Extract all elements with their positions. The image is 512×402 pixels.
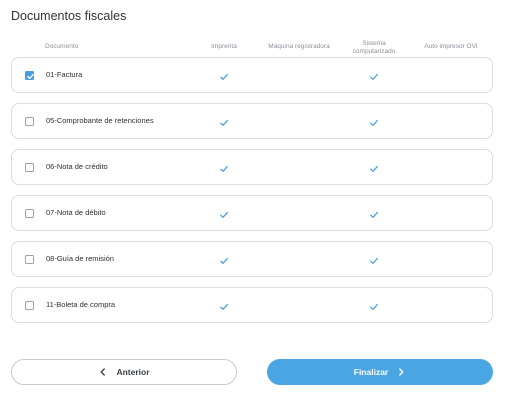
row-checkbox[interactable] [25, 255, 34, 264]
check-icon [369, 115, 379, 126]
row-checkbox[interactable] [25, 209, 34, 218]
column-header-sistema-line2: computarizado [352, 48, 396, 55]
column-header-sistema-computarizado: Sistema computarizado [344, 40, 404, 56]
row-checkbox[interactable] [25, 301, 34, 310]
document-row[interactable]: 08-Guía de remisión [11, 241, 493, 277]
check-icon [219, 115, 229, 126]
finish-button-label: Finalizar [353, 367, 389, 377]
document-row[interactable]: 01-Factura [11, 57, 493, 93]
document-label: 08-Guía de remisión [46, 254, 114, 263]
check-icon [369, 69, 379, 80]
column-header-auto-impresor: Auto impresor OVI [424, 43, 478, 50]
previous-button[interactable]: Anterior [11, 359, 237, 385]
document-label: 01-Factura [46, 70, 83, 79]
row-checkbox[interactable] [25, 71, 34, 80]
column-header-documento: Documento [45, 43, 79, 50]
chevron-right-icon [396, 367, 406, 377]
column-header-sistema-line1: Sistema [362, 40, 386, 47]
table-header: Documento Imprenta Máquina registradora … [0, 40, 512, 56]
document-label: 07-Nota de débito [46, 208, 106, 217]
document-row[interactable]: 06-Nota de crédito [11, 149, 493, 185]
check-icon [219, 161, 229, 172]
page-title: Documentos fiscales [11, 9, 127, 23]
document-row[interactable]: 11-Boleta de compra [11, 287, 493, 323]
document-label: 11-Boleta de compra [46, 300, 116, 309]
check-icon [369, 161, 379, 172]
document-label: 05-Comprobante de retenciones [46, 116, 154, 125]
chevron-left-icon [98, 367, 108, 377]
check-icon [219, 69, 229, 80]
document-label: 06-Nota de crédito [46, 162, 108, 171]
checkbox-check-icon [27, 73, 34, 80]
check-icon [219, 299, 229, 310]
column-header-imprenta: Imprenta [211, 43, 237, 50]
check-icon [219, 207, 229, 218]
document-row[interactable]: 05-Comprobante de retenciones [11, 103, 493, 139]
row-checkbox[interactable] [25, 163, 34, 172]
check-icon [369, 253, 379, 264]
finish-button[interactable]: Finalizar [267, 359, 493, 385]
column-header-maquina-registradora: Máquina registradora [268, 43, 330, 50]
document-row[interactable]: 07-Nota de débito [11, 195, 493, 231]
check-icon [369, 299, 379, 310]
check-icon [369, 207, 379, 218]
row-checkbox[interactable] [25, 117, 34, 126]
previous-button-label: Anterior [116, 367, 150, 377]
check-icon [219, 253, 229, 264]
